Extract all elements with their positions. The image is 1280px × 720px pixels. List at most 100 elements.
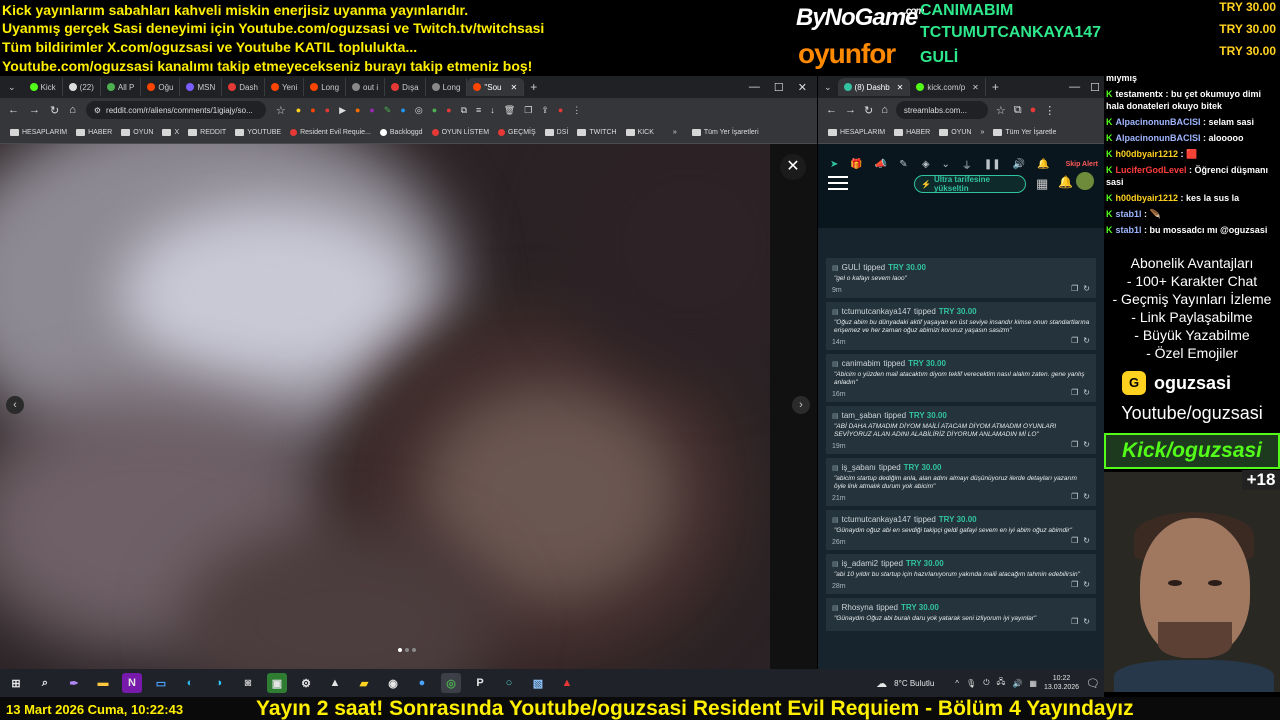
- browser-tab[interactable]: MSN: [180, 78, 223, 96]
- chrome-icon[interactable]: ◎: [441, 673, 461, 693]
- app-icon[interactable]: ▧: [528, 673, 548, 693]
- minimize-icon[interactable]: —: [1069, 81, 1080, 94]
- shield-icon[interactable]: ◈: [922, 159, 930, 170]
- copy-icon[interactable]: ❐: [524, 105, 532, 116]
- volume-icon[interactable]: 🔊: [1013, 159, 1025, 170]
- home-icon[interactable]: ⌂: [881, 104, 888, 116]
- browser-tab[interactable]: (22): [63, 78, 101, 96]
- browser-tab[interactable]: Long: [304, 78, 347, 96]
- onenote-icon[interactable]: N: [122, 673, 142, 693]
- replay-icon[interactable]: ↻: [1083, 617, 1090, 626]
- camera-icon[interactable]: ◙: [238, 673, 258, 693]
- browser-tab[interactable]: Dışa: [385, 78, 426, 96]
- browser-tab[interactable]: kick.com/p ✕: [910, 78, 986, 96]
- extensions-puzzle-icon[interactable]: ⧉: [461, 105, 467, 116]
- send-icon[interactable]: ➤: [830, 159, 838, 170]
- next-image-button[interactable]: ›: [792, 396, 810, 414]
- filter-icon[interactable]: ⏚: [962, 157, 972, 172]
- carousel-dot[interactable]: [412, 648, 416, 652]
- extension-icon[interactable]: ●: [1030, 104, 1037, 116]
- app-icon[interactable]: ▲: [557, 673, 577, 693]
- chevron-down-icon[interactable]: ⌄: [942, 159, 950, 170]
- new-tab-button[interactable]: +: [524, 80, 543, 94]
- notification-center-icon[interactable]: 🗨: [1086, 677, 1100, 690]
- copy-icon[interactable]: ❐: [1071, 536, 1078, 545]
- monitor-icon[interactable]: ▭: [151, 673, 171, 693]
- bookmark-folder[interactable]: REDDIT: [188, 129, 226, 136]
- browser-tab[interactable]: Long: [426, 78, 468, 96]
- app-icon[interactable]: ▲: [325, 673, 345, 693]
- obs-icon[interactable]: ◉: [383, 673, 403, 693]
- bookmarks-overflow-icon[interactable]: »: [673, 129, 677, 136]
- bookmark-link[interactable]: Backloggd: [379, 129, 423, 136]
- bookmark-folder[interactable]: TWITCH: [577, 129, 617, 136]
- browser-tab[interactable]: Kick: [24, 78, 63, 96]
- tray-app-icon[interactable]: ▦: [1029, 679, 1037, 688]
- copy-icon[interactable]: ❐: [1071, 440, 1078, 449]
- image-viewer[interactable]: [0, 144, 770, 669]
- maximize-icon[interactable]: ☐: [1090, 81, 1100, 94]
- carousel-dot[interactable]: [405, 648, 409, 652]
- close-icon[interactable]: ✕: [798, 81, 807, 94]
- bookmark-folder[interactable]: OYUN: [939, 129, 971, 136]
- bookmark-folder[interactable]: KICK: [625, 129, 654, 136]
- sticky-notes-icon[interactable]: ▰: [354, 673, 374, 693]
- replay-icon[interactable]: ↻: [1083, 580, 1090, 589]
- address-bar[interactable]: ⚙ reddit.com/r/aliens/comments/1igiajy/so…: [85, 101, 266, 119]
- downloads-icon[interactable]: ↓: [490, 105, 495, 116]
- browser-tab-active[interactable]: "Sou ✕: [467, 78, 525, 96]
- replay-icon[interactable]: ↻: [1083, 284, 1090, 293]
- forward-icon[interactable]: →: [29, 104, 40, 116]
- extensions-puzzle-icon[interactable]: ⧉: [1014, 104, 1022, 117]
- bookmark-folder[interactable]: HABER: [76, 129, 112, 136]
- app-icon[interactable]: ○: [499, 673, 519, 693]
- browser-tab[interactable]: All P: [101, 78, 142, 96]
- copy-icon[interactable]: ❐: [1071, 492, 1078, 501]
- copy-icon[interactable]: ❐: [1071, 617, 1078, 626]
- mute-icon[interactable]: ⏻: [983, 678, 989, 688]
- trash-icon[interactable]: 🗑: [504, 105, 515, 116]
- back-icon[interactable]: ←: [8, 104, 19, 116]
- tab-search-icon[interactable]: ⌄: [818, 82, 838, 93]
- app-icon[interactable]: ●: [412, 673, 432, 693]
- windows-start-icon[interactable]: ⊞: [6, 673, 26, 693]
- previous-image-button[interactable]: ‹: [6, 396, 24, 414]
- copy-icon[interactable]: ❐: [1071, 284, 1078, 293]
- carousel-dot[interactable]: [398, 648, 402, 652]
- bookmark-folder[interactable]: HESAPLARIM: [828, 129, 885, 136]
- avatar[interactable]: [1076, 172, 1094, 190]
- bookmark-folder[interactable]: OYUN: [121, 129, 153, 136]
- bookmark-folder[interactable]: X: [162, 129, 179, 136]
- share-icon[interactable]: ⇪: [541, 105, 549, 116]
- app-icon[interactable]: ▣: [267, 673, 287, 693]
- microphone-icon[interactable]: 🎙: [966, 679, 976, 688]
- pause-icon[interactable]: ❚❚: [984, 159, 1001, 170]
- bookmark-folder[interactable]: YOUTUBE: [235, 129, 281, 136]
- network-icon[interactable]: 🖧: [997, 676, 1006, 690]
- upgrade-button[interactable]: ⚡ Ultra tarifesine yükseltin: [914, 175, 1026, 193]
- extension-icon[interactable]: ✎: [384, 105, 392, 116]
- copy-icon[interactable]: ❐: [1071, 336, 1078, 345]
- menu-dots-icon[interactable]: ⋮: [572, 105, 581, 116]
- tray-chevron-icon[interactable]: ^: [955, 679, 959, 688]
- replay-icon[interactable]: ↻: [1083, 492, 1090, 501]
- browser-tab[interactable]: Oğu: [141, 78, 181, 96]
- extension-icon[interactable]: ●: [446, 105, 451, 116]
- search-icon[interactable]: ⌕: [35, 673, 55, 693]
- extension-icon[interactable]: ◎: [415, 105, 423, 116]
- skip-alert-button[interactable]: Skip Alert: [1066, 161, 1098, 168]
- app-icon[interactable]: P: [470, 673, 490, 693]
- taskbar-clock[interactable]: 10:22 13.03.2026: [1044, 674, 1079, 692]
- browser-tab[interactable]: Yeni: [265, 78, 305, 96]
- copy-icon[interactable]: ❐: [1071, 388, 1078, 397]
- menu-dots-icon[interactable]: ⋮: [1044, 104, 1055, 117]
- steam-icon[interactable]: ⚙: [296, 673, 316, 693]
- bookmark-star-icon[interactable]: ☆: [276, 104, 286, 117]
- extension-icon[interactable]: ●: [355, 105, 360, 116]
- tab-search-icon[interactable]: ⌄: [0, 82, 24, 93]
- new-tab-button[interactable]: +: [986, 80, 1005, 94]
- copy-icon[interactable]: ❐: [1071, 580, 1078, 589]
- notifications-bell-icon[interactable]: 🔔: [1058, 175, 1073, 189]
- bell-icon[interactable]: 🔔: [1037, 159, 1049, 170]
- apps-grid-icon[interactable]: ▦: [1036, 176, 1048, 192]
